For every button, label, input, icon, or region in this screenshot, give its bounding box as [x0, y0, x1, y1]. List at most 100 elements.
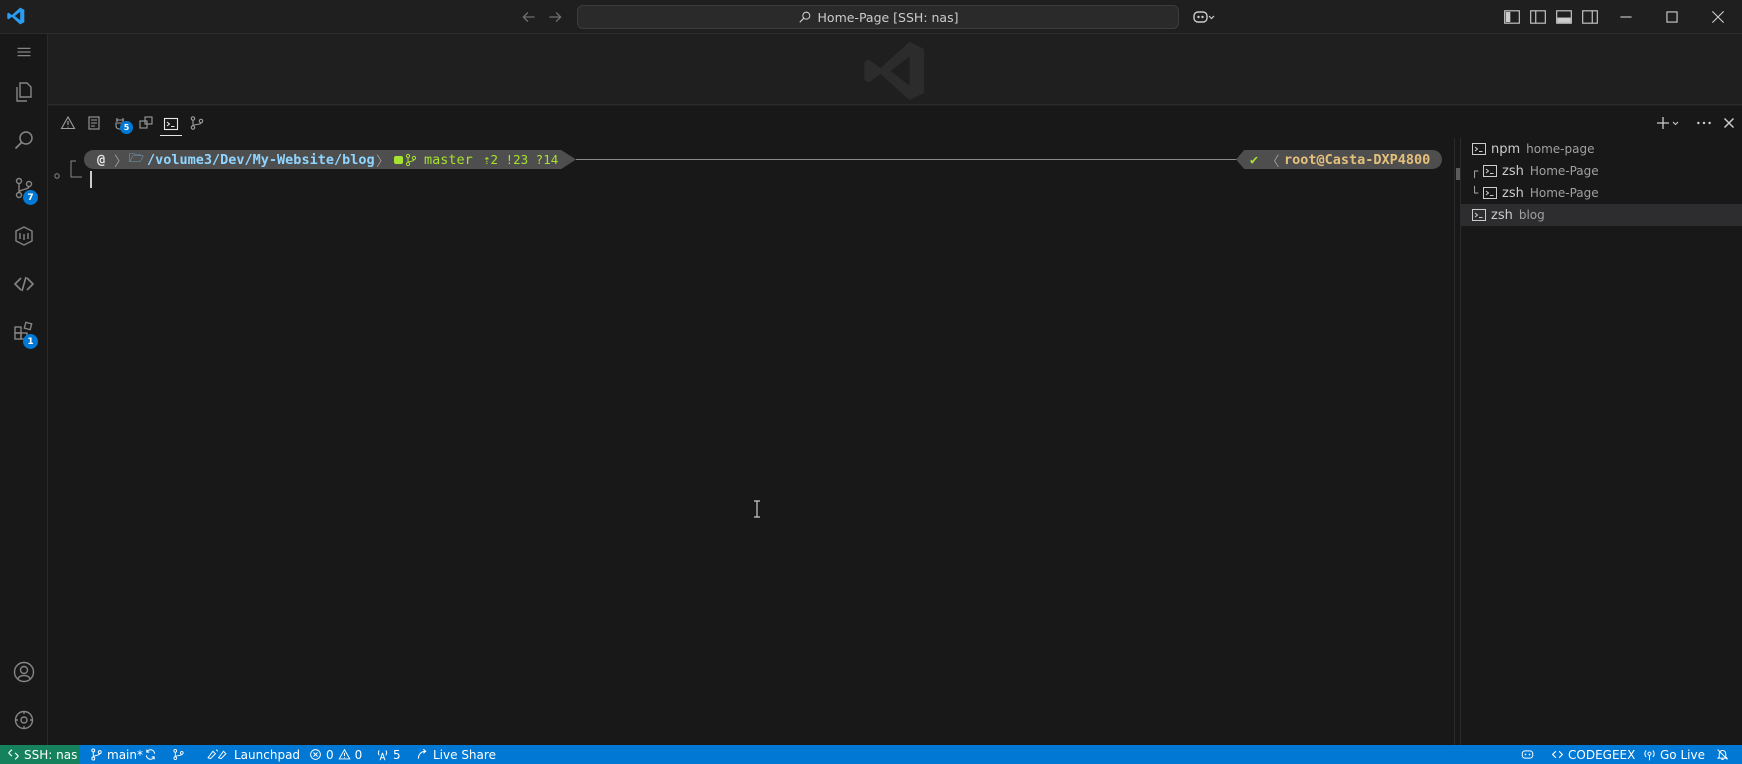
error-icon — [310, 749, 321, 760]
codegeex-status[interactable]: CODEGEEX — [1551, 745, 1635, 764]
bottom-panel: 5 npm home-page ┌ zsh Home-Page └ zsh Ho… — [48, 106, 1742, 745]
live-share-button[interactable]: Live Share — [416, 745, 496, 764]
copilot-icon[interactable] — [1192, 8, 1216, 26]
maximize-icon[interactable] — [1663, 8, 1681, 26]
go-back-icon[interactable] — [520, 8, 538, 26]
prompt-separator-icon: 〉 — [114, 153, 128, 170]
panel-tab-bar: 5 — [48, 106, 1742, 138]
new-terminal-icon[interactable] — [1655, 114, 1681, 132]
text-cursor-icon — [754, 500, 760, 518]
terminal-icon — [1472, 209, 1486, 221]
terminal-item-desc: blog — [1518, 208, 1545, 222]
tab-terminal[interactable] — [160, 112, 182, 136]
git-branch-icon — [394, 153, 417, 167]
terminal-icon — [1483, 187, 1497, 199]
ports-icon — [139, 116, 153, 129]
copilot-status[interactable] — [1520, 745, 1535, 764]
terminal-icon — [163, 117, 179, 130]
gitlens-status[interactable] — [172, 745, 185, 764]
tab-problems[interactable] — [57, 112, 79, 134]
tab-debug-console[interactable]: 5 — [109, 112, 133, 134]
vscode-logo-icon — [7, 7, 25, 25]
more-actions-icon[interactable] — [1695, 114, 1713, 132]
launchpad-icon — [207, 749, 227, 760]
remote-label: SSH: nas — [24, 747, 78, 762]
remote-explorer-icon[interactable] — [12, 224, 36, 248]
problems-indicator[interactable]: 0 0 — [309, 745, 362, 764]
prompt-path-repo: My-Website — [252, 151, 334, 168]
terminal-item-name: zsh — [1502, 163, 1524, 179]
terminal-item-name: zsh — [1502, 185, 1524, 201]
go-live-button[interactable]: Go Live — [1643, 745, 1705, 764]
ports-count: 5 — [393, 747, 401, 762]
toggle-secondary-sidebar-icon[interactable] — [1581, 8, 1599, 26]
customize-layout-icon[interactable] — [1503, 8, 1521, 26]
gitlens-icon — [190, 116, 204, 130]
menu-icon[interactable] — [13, 40, 35, 64]
remote-icon — [8, 749, 19, 760]
minimize-icon[interactable] — [1617, 8, 1635, 26]
output-icon — [88, 116, 100, 130]
prompt-separator-icon: 〉 — [376, 153, 390, 170]
branch-indicator[interactable]: main* — [90, 745, 143, 764]
tab-ports[interactable] — [135, 112, 157, 134]
remote-indicator[interactable]: SSH: nas — [0, 745, 80, 764]
radio-tower-icon — [377, 750, 388, 761]
copilot-icon — [1521, 750, 1534, 759]
title-bar: Home-Page [SSH: nas] — [0, 0, 1742, 34]
prompt-path-prefix: /volume3/Dev/ — [147, 151, 253, 168]
ports-indicator[interactable]: 5 — [376, 745, 401, 764]
source-control-badge: 7 — [23, 190, 38, 205]
command-center-search[interactable]: Home-Page [SSH: nas] — [577, 5, 1179, 29]
terminal-item[interactable]: └ zsh Home-Page — [1461, 182, 1742, 204]
search-icon[interactable] — [12, 128, 36, 152]
gear-icon[interactable] — [12, 708, 36, 732]
prompt-path-suffix: /blog — [333, 151, 375, 168]
tab-output[interactable] — [83, 112, 105, 134]
go-live-label: Go Live — [1660, 747, 1705, 762]
terminal-item-name: npm — [1491, 141, 1521, 157]
go-forward-icon[interactable] — [546, 8, 564, 26]
error-count: 0 — [326, 747, 334, 762]
toggle-panel-icon[interactable] — [1555, 8, 1573, 26]
prompt-user-host: root@Casta-DXP4800 — [1284, 151, 1431, 168]
launchpad-button[interactable]: Launchpad — [204, 745, 300, 764]
prompt-status-check: ✔ — [1250, 151, 1259, 168]
terminal-icon — [1483, 165, 1497, 177]
command-center-label: Home-Page [SSH: nas] — [817, 9, 959, 25]
prompt-filler-line — [576, 159, 1237, 160]
tab-gitlens[interactable] — [186, 112, 208, 134]
prompt-path: /volume3/Dev/My-Website/blog — [147, 150, 375, 169]
terminal-item[interactable]: npm home-page — [1461, 138, 1742, 160]
close-window-icon[interactable] — [1709, 8, 1727, 26]
terminal-item-desc: home-page — [1526, 142, 1595, 156]
debug-console-badge: 5 — [120, 121, 133, 134]
terminal-view[interactable] — [48, 138, 1460, 745]
git-branch-icon — [91, 748, 102, 761]
prompt-git-status: ⇡2 !23 ?14 — [483, 152, 559, 167]
account-icon[interactable] — [12, 660, 36, 684]
folder-icon: 🗁 — [129, 151, 144, 165]
notifications-button[interactable] — [1716, 745, 1729, 764]
codegeex-icon — [1551, 750, 1564, 759]
split-tree-glyph: ┌ — [1471, 164, 1479, 178]
files-icon[interactable] — [12, 80, 36, 104]
status-bar: SSH: nas main* Launchpad 0 0 5 Live Shar… — [0, 745, 1742, 764]
vscode-watermark-icon — [864, 41, 925, 101]
terminal-item-active[interactable]: zsh blog — [1461, 204, 1742, 226]
codegeex-icon[interactable] — [12, 272, 36, 296]
split-tree-glyph: └ — [1471, 186, 1479, 200]
extensions-badge: 1 — [23, 334, 38, 349]
toggle-primary-sidebar-icon[interactable] — [1529, 8, 1547, 26]
terminal-item[interactable]: ┌ zsh Home-Page — [1461, 160, 1742, 182]
broadcast-icon — [1644, 750, 1655, 761]
sync-button[interactable] — [144, 745, 157, 764]
close-panel-icon[interactable] — [1720, 114, 1738, 132]
launchpad-label: Launchpad — [234, 747, 301, 762]
terminal-item-desc: Home-Page — [1529, 164, 1599, 178]
prompt-separator-icon: 〈 — [1266, 153, 1280, 170]
warning-icon — [60, 115, 76, 130]
codegeex-label: CODEGEEX — [1568, 747, 1636, 762]
sync-icon — [145, 749, 156, 760]
terminal-item-name: zsh — [1491, 207, 1513, 223]
